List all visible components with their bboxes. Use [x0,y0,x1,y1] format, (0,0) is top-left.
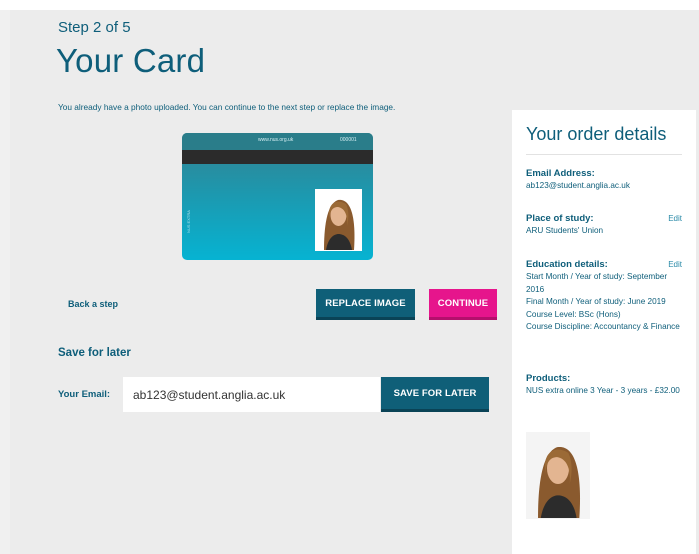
email-address-label: Email Address: [526,168,595,179]
place-of-study-label: Place of study: [526,213,594,224]
portrait-image [316,190,361,250]
card-photo [315,189,362,251]
portrait-thumbnail-image [527,433,589,518]
card-number-text: 000001 [340,137,357,143]
education-level: Course Level: BSc (Hons) [526,309,621,319]
continue-button[interactable]: CONTINUE [429,289,497,320]
education-details-label: Education details: [526,259,608,270]
edit-education-link[interactable]: Edit [668,260,682,269]
order-details-title: Your order details [526,124,667,144]
place-of-study-value: ARU Students' Union [526,226,604,235]
order-photo [526,432,590,519]
card-side-text: NUS EXTRA [186,210,191,233]
products-value: NUS extra online 3 Year - 3 years - £32.… [526,386,680,395]
card-url-text: www.nus.org.uk [258,137,294,143]
edit-place-link[interactable]: Edit [668,214,682,223]
education-details-list: Start Month / Year of study: September 2… [526,271,682,334]
email-label: Your Email: [58,389,111,400]
save-for-later-heading: Save for later [58,347,131,359]
replace-image-button[interactable]: REPLACE IMAGE [316,289,415,320]
save-for-later-button[interactable]: SAVE FOR LATER [381,377,489,412]
card-preview: www.nus.org.uk 000001 NUS EXTRA [182,133,373,260]
email-address-value: ab123@student.anglia.ac.uk [526,181,630,190]
order-details-panel: Your order details Email Address: ab123@… [512,110,696,554]
education-start: Start Month / Year of study: September 2… [526,272,668,294]
order-divider [526,154,682,155]
products-label: Products: [526,373,571,384]
step-indicator: Step 2 of 5 [58,19,131,36]
card-magnetic-strip [182,150,373,164]
page-title: Your Card [56,42,206,79]
education-final: Final Month / Year of study: June 2019 [526,297,666,306]
education-discipline: Course Discipline: Accountancy & Finance [526,322,680,331]
photo-info-text: You already have a photo uploaded. You c… [58,102,396,112]
email-input[interactable] [123,377,380,412]
top-bar [0,0,699,10]
back-step-link[interactable]: Back a step [68,299,118,309]
